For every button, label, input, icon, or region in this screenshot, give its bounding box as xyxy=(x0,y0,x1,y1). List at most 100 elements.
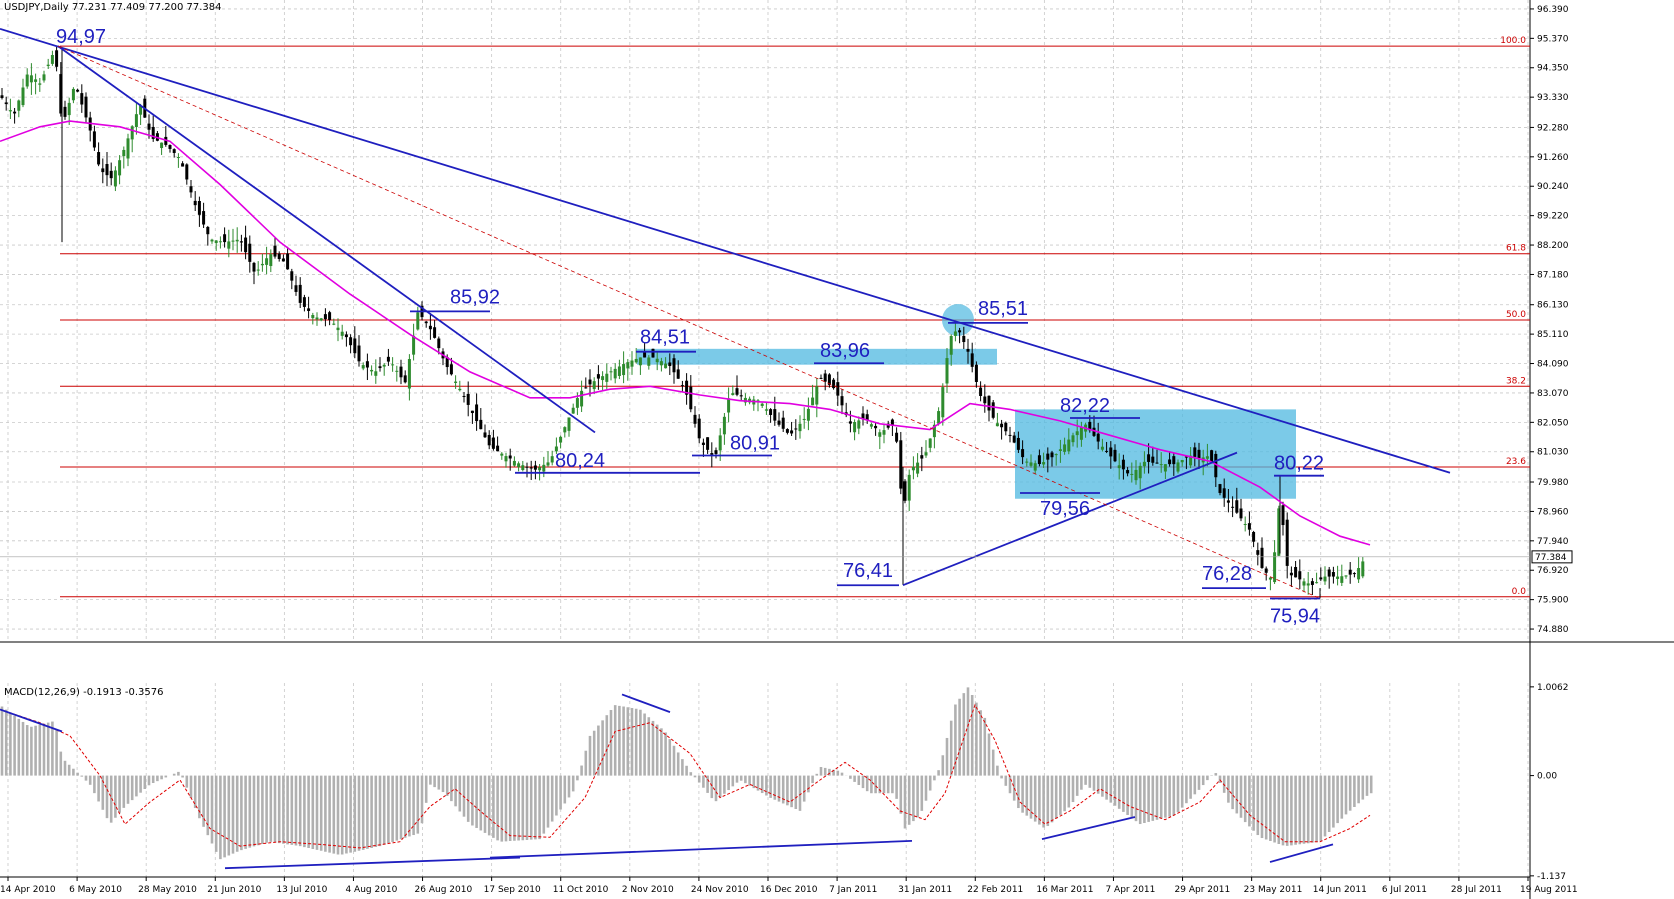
x-tick-label: 6 May 2010 xyxy=(69,885,122,895)
candle-body xyxy=(1323,576,1327,582)
candle-body xyxy=(836,382,840,396)
x-tick-label: 7 Jan 2011 xyxy=(829,885,877,895)
candle-body xyxy=(76,89,80,92)
candle-body xyxy=(63,106,67,117)
candle-body xyxy=(962,335,966,343)
candle-body xyxy=(1222,488,1226,498)
candle-body xyxy=(1100,446,1104,450)
candle-body xyxy=(0,95,4,99)
candle-body xyxy=(1352,573,1356,575)
candle-body xyxy=(802,418,806,420)
price-chart[interactable]: 100.0 61.8 50.0 38.2 23.6 0.0 94,97 85,92 84,51… xyxy=(0,0,1674,899)
candle-body xyxy=(731,393,735,396)
x-tick-label: 11 Oct 2010 xyxy=(553,885,609,895)
candle-body xyxy=(1042,462,1046,465)
candle-body xyxy=(340,331,344,336)
candle-body xyxy=(970,353,974,367)
candle-body xyxy=(722,416,726,435)
candle-body xyxy=(214,240,218,244)
candle-body xyxy=(437,338,441,349)
macd-y-tick-label: -1.137 xyxy=(1537,872,1566,882)
x-tick-label: 14 Apr 2010 xyxy=(0,885,56,895)
price-annotation: 76,41 xyxy=(843,560,893,582)
candle-body xyxy=(718,435,722,451)
candle-body xyxy=(197,201,201,215)
candle-body xyxy=(588,379,592,385)
candle-body xyxy=(315,317,319,320)
x-tick-label: 24 Nov 2010 xyxy=(691,885,749,895)
candle-body xyxy=(239,241,243,243)
candle-body xyxy=(945,358,949,384)
candle-body xyxy=(811,397,815,406)
candle-body xyxy=(727,398,731,413)
candle-body xyxy=(895,432,899,442)
candle-body xyxy=(806,408,810,421)
candle-body xyxy=(1180,459,1184,463)
y-tick-label: 95.370 xyxy=(1537,34,1569,44)
candle-body xyxy=(277,253,281,259)
candle-body xyxy=(655,358,659,363)
candle-body xyxy=(290,271,294,281)
candle-body xyxy=(550,456,554,463)
candle-body xyxy=(1012,435,1016,443)
candle-body xyxy=(370,369,374,372)
candle-body xyxy=(273,245,277,257)
candle-body xyxy=(710,453,714,455)
candle-body xyxy=(483,432,487,438)
candle-body xyxy=(101,168,105,173)
candle-body xyxy=(218,241,222,243)
x-tick-label: 29 Apr 2011 xyxy=(1175,885,1231,895)
price-annotation: 76,28 xyxy=(1202,563,1252,585)
candle-body xyxy=(1285,519,1289,566)
candle-body xyxy=(1243,523,1247,525)
candle-body xyxy=(1050,452,1054,458)
candle-body xyxy=(130,126,134,140)
y-tick-label: 85.110 xyxy=(1537,330,1569,340)
candle-body xyxy=(202,211,206,225)
price-annotation: 84,51 xyxy=(640,327,690,349)
candle-body xyxy=(853,422,857,433)
x-tick-label: 13 Jul 2010 xyxy=(276,885,327,895)
candle-body xyxy=(25,74,29,87)
candle-body xyxy=(227,241,231,249)
candle-body xyxy=(336,327,340,331)
y-tick-label: 84.090 xyxy=(1537,360,1569,370)
y-tick-label: 83.070 xyxy=(1537,389,1569,399)
candle-body xyxy=(449,364,453,375)
y-tick-label: 93.330 xyxy=(1537,93,1569,103)
candle-body xyxy=(1210,450,1214,462)
candle-body xyxy=(609,371,613,373)
candle-body xyxy=(626,362,630,369)
candle-body xyxy=(391,364,395,366)
candle-body xyxy=(630,360,634,367)
candle-body xyxy=(470,410,474,414)
candle-body xyxy=(458,388,462,391)
candle-body xyxy=(546,462,550,466)
candle-body xyxy=(689,386,693,410)
candle-body xyxy=(634,358,638,363)
candle-body xyxy=(185,164,189,180)
candle-body xyxy=(491,437,495,449)
candle-body xyxy=(21,87,25,106)
candle-body xyxy=(781,417,785,429)
fib-label: 61.8 xyxy=(1506,244,1526,254)
candle-body xyxy=(832,379,836,389)
candle-body xyxy=(1260,547,1264,568)
candle-body xyxy=(113,170,117,187)
candle-body xyxy=(361,365,365,369)
candle-body xyxy=(307,308,311,311)
candle-body xyxy=(1000,423,1004,428)
fib-label: 100.0 xyxy=(1500,36,1526,46)
candle-body xyxy=(1105,450,1109,452)
x-tick-label: 4 Aug 2010 xyxy=(345,885,397,895)
candle-body xyxy=(1197,449,1201,459)
candle-body xyxy=(1218,484,1222,493)
candle-body xyxy=(697,418,701,439)
candle-body xyxy=(1298,571,1302,580)
candle-body xyxy=(1079,427,1083,440)
candle-body xyxy=(1113,449,1117,462)
candle-body xyxy=(1096,433,1100,442)
candle-body xyxy=(118,160,122,176)
candle-body xyxy=(378,366,382,369)
candle-body xyxy=(701,442,705,446)
